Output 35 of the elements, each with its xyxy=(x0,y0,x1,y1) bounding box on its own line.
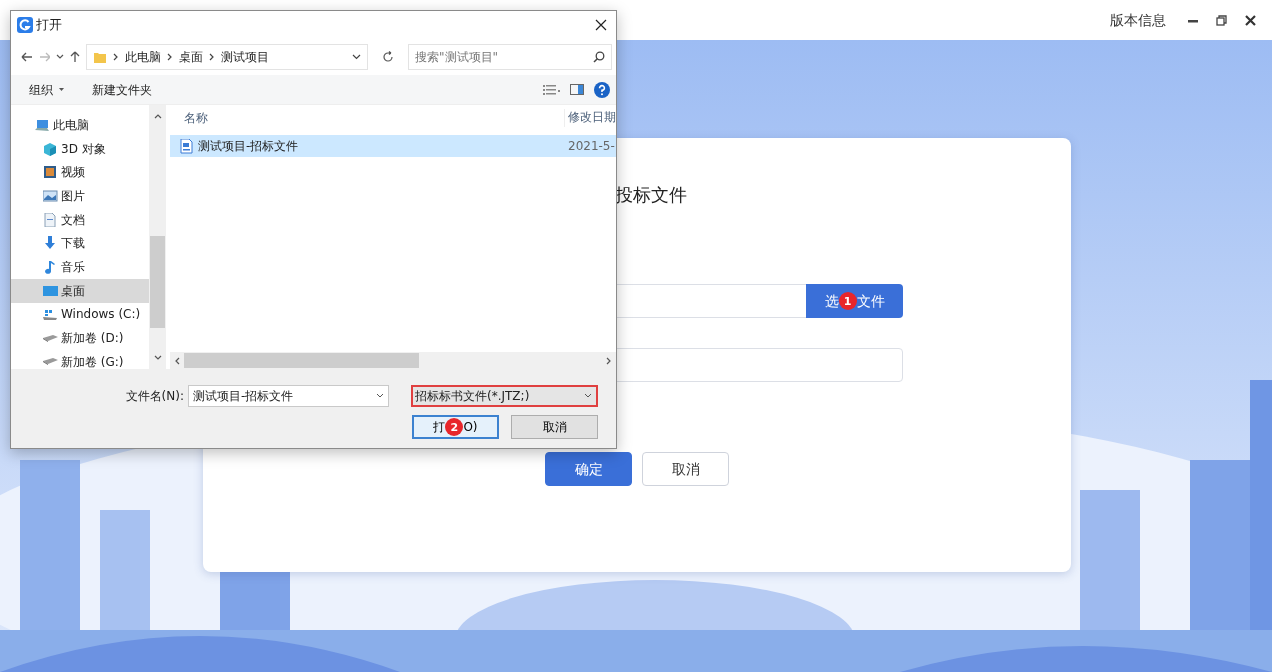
breadcrumb-item[interactable]: 此电脑 xyxy=(124,48,161,66)
nav-item[interactable]: 图片 xyxy=(11,184,149,208)
nav-item[interactable]: 3D 对象 xyxy=(11,136,149,161)
toolbar-button[interactable]: 新建文件夹 xyxy=(92,80,152,99)
nav-item[interactable]: 文档 xyxy=(11,207,149,232)
cancel-button[interactable]: 取消 xyxy=(642,452,729,486)
nav-item[interactable]: 音乐 xyxy=(11,255,149,279)
nav-item[interactable]: 桌面 xyxy=(11,278,149,303)
number-badge: 2 xyxy=(445,418,464,436)
nav-item[interactable]: 视频 xyxy=(11,160,149,185)
address-bar[interactable]: 此电脑 桌面 测试项目 xyxy=(85,44,369,70)
confirm-button[interactable]: 确定 xyxy=(545,452,632,486)
breadcrumb-item[interactable]: 桌面 xyxy=(178,48,203,66)
file-date: 2021-5- xyxy=(568,138,616,155)
file-name-label: 文件名(N): xyxy=(125,388,184,405)
file-name-field[interactable]: 测试项目-招标文件 xyxy=(188,385,389,407)
number-badge: 1 xyxy=(838,292,857,310)
nav-item[interactable]: Windows (C:) xyxy=(11,302,149,327)
choose-file-button[interactable]: 选 1 文件 xyxy=(806,284,903,318)
window-title: 打开 xyxy=(36,16,62,35)
search-field[interactable]: 搜索"测试项目" xyxy=(408,44,612,70)
nav-item[interactable]: 此电脑 xyxy=(11,113,149,137)
file-row[interactable]: 测试项目-招标文件 2021-5- xyxy=(170,135,616,157)
nav-item[interactable]: 新加卷 (D:) xyxy=(11,326,149,350)
organize-menu[interactable]: 组织 xyxy=(29,80,64,99)
open-button[interactable]: 打 2 O) xyxy=(412,415,499,439)
column-header[interactable]: 名称 xyxy=(170,109,564,127)
nav-item[interactable]: 下载 xyxy=(11,231,149,256)
version-info-link[interactable]: 版本信息 xyxy=(1110,9,1166,31)
cancel-button[interactable]: 取消 xyxy=(511,415,598,439)
nav-item[interactable]: 新加卷 (G:) xyxy=(11,349,149,369)
column-header[interactable]: 修改日期 xyxy=(564,109,616,127)
file-name: 测试项目-招标文件 xyxy=(198,138,299,155)
file-type-dropdown[interactable]: 招标标书文件(*.JTZ;) xyxy=(411,385,598,407)
breadcrumb-item[interactable]: 测试项目 xyxy=(220,48,269,66)
